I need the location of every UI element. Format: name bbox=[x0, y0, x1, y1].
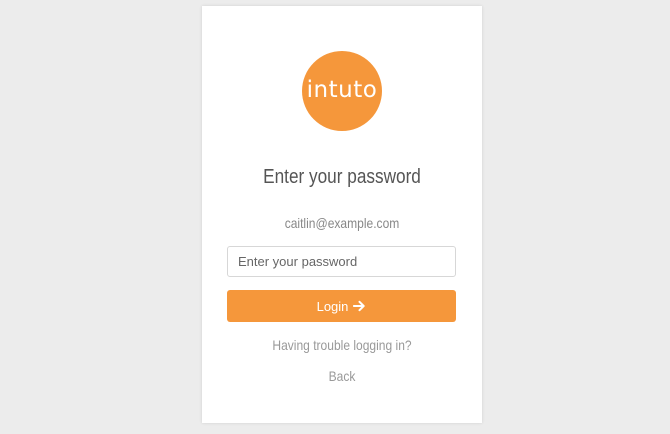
user-email: caitlin@example.com bbox=[284, 215, 400, 231]
trouble-logging-in-link[interactable]: Having trouble logging in? bbox=[222, 337, 463, 353]
login-button[interactable]: Login bbox=[227, 290, 456, 322]
password-input[interactable] bbox=[227, 246, 456, 277]
intuto-logo: intuto bbox=[302, 51, 382, 131]
back-link[interactable]: Back bbox=[222, 368, 463, 384]
arrow-right-icon bbox=[353, 300, 366, 312]
page-title: Enter your password bbox=[263, 166, 421, 188]
login-card: intuto Enter your password caitlin@examp… bbox=[202, 6, 482, 423]
login-button-label: Login bbox=[316, 298, 349, 314]
logo-text: intuto bbox=[306, 77, 378, 103]
